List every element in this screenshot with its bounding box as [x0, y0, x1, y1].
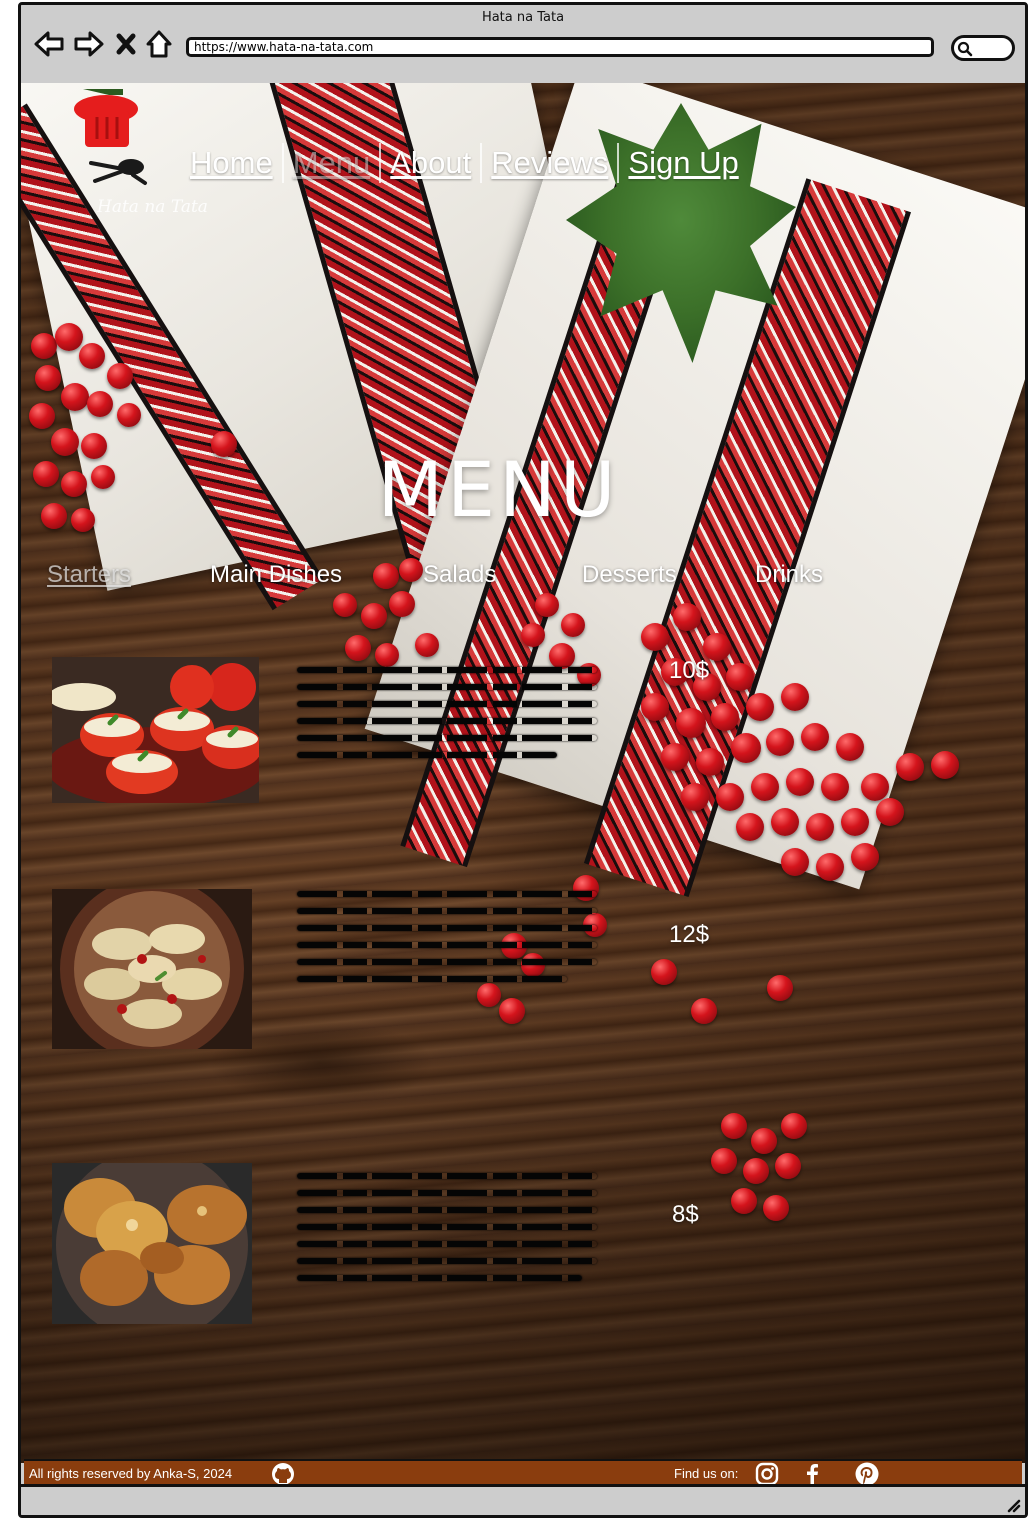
item-price: 8$: [672, 1201, 699, 1228]
item-description: [297, 891, 597, 993]
back-arrow-icon[interactable]: [33, 29, 65, 59]
home-icon[interactable]: [145, 29, 173, 59]
tab-starters[interactable]: Starters: [47, 561, 131, 589]
item-price: 10$: [669, 657, 710, 684]
item-description: [297, 667, 597, 769]
stuffed-tomatoes-image: [52, 657, 259, 803]
tab-main-dishes[interactable]: Main Dishes: [210, 561, 342, 589]
resize-grip-icon[interactable]: [1003, 1495, 1021, 1513]
varenyky-image: [52, 889, 252, 1049]
site-navigation: Home Menu About Reviews Sign Up: [181, 143, 748, 183]
find-us-label: Find us on:: [674, 1466, 739, 1481]
forward-arrow-icon[interactable]: [73, 29, 105, 59]
browser-status-bar: [21, 1484, 1025, 1515]
tab-salads[interactable]: Salads: [423, 561, 496, 589]
address-bar[interactable]: https://www.hata-na-tata.com: [186, 37, 934, 57]
tab-drinks[interactable]: Drinks: [755, 561, 823, 589]
tab-desserts[interactable]: Desserts: [582, 561, 677, 589]
item-description: [297, 1173, 597, 1292]
browser-window: Hata na Tata https://www.hata-na-tata.co…: [18, 2, 1028, 1518]
nav-menu[interactable]: Menu: [284, 145, 380, 181]
nav-reviews[interactable]: Reviews: [482, 145, 617, 181]
page-viewport: Hata na Tata Home Menu About Reviews Sig…: [21, 83, 1025, 1463]
nav-home[interactable]: Home: [181, 145, 282, 181]
page-title: MENU: [377, 445, 620, 534]
nav-about[interactable]: About: [381, 145, 480, 181]
logo-text: Hata na Tata: [97, 197, 208, 217]
item-price: 12$: [669, 921, 710, 948]
window-title: Hata na Tata: [481, 10, 565, 25]
site-logo[interactable]: Hata na Tata: [71, 89, 208, 219]
copyright-text: All rights reserved by Anka-S, 2024: [29, 1466, 233, 1481]
search-icon: [957, 41, 973, 57]
stop-x-icon[interactable]: [115, 29, 137, 59]
potato-pancakes-image: [52, 1163, 252, 1324]
browser-toolbar: Hata na Tata https://www.hata-na-tata.co…: [21, 5, 1025, 86]
nav-sign-up[interactable]: Sign Up: [619, 145, 747, 181]
search-box[interactable]: [951, 35, 1015, 61]
